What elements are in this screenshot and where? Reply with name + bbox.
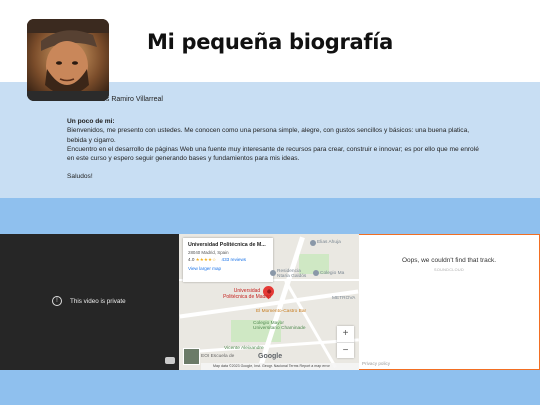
map-label-metro: METROVA [332, 296, 356, 301]
rating-stars: ★★★★☆ [195, 257, 217, 262]
place-address: 28040 Madrid, Spain [188, 250, 229, 255]
place-rating: 4.0 ★★★★☆ 433 reviews [188, 257, 268, 263]
youtube-embed[interactable]: ! This video is private [0, 234, 179, 370]
google-map-embed[interactable]: Universidad Politécnica de M... 28040 Ma… [179, 234, 359, 370]
bio-closing: Saludos! [67, 173, 93, 181]
view-larger-map-link[interactable]: View larger map [188, 266, 268, 271]
zoom-in-button[interactable]: + [337, 326, 354, 343]
map-label-chaminade: Colegio Mayor Universitario Chaminade [253, 321, 306, 332]
map-label-colegio: Colegio Ma [320, 271, 345, 276]
map-zoom-controls: + − [337, 326, 354, 358]
embeds-row: ! This video is private Universidad Poli… [0, 234, 540, 370]
map-label-vicente: Vicente Aleixandre [224, 346, 264, 351]
map-label-residencia: Residencia Ntaria Galdós [277, 269, 307, 279]
reviews-link[interactable]: 433 reviews [222, 257, 247, 262]
bio-text: Un poco de mi: Bienvenidos, me presento … [67, 117, 487, 182]
bio-paragraph-1: Bienvenidos, me presento con ustedes. Me… [67, 127, 470, 144]
bio-heading: Un poco de mi: [67, 118, 115, 125]
rating-value: 4.0 [188, 257, 195, 262]
track-not-found-message: Oops, we couldn't find that track. [401, 257, 497, 264]
satellite-toggle[interactable] [183, 348, 200, 365]
info-icon: ! [52, 296, 62, 306]
map-label-momento: El Momento-Castro Bar [256, 309, 307, 314]
soundcloud-embed[interactable]: Oops, we couldn't find that track. SOUND… [359, 234, 540, 370]
map-place-card: Universidad Politécnica de M... 28040 Ma… [183, 238, 273, 282]
place-name: Universidad Politécnica de M... [188, 242, 266, 248]
map-footer[interactable]: Map data ©2023 Google, Inst. Geogr. Naci… [201, 363, 359, 370]
bio-paragraph-2: Encuentro en el desarrollo de páginas We… [67, 145, 479, 163]
map-label-upm: Universidad Politécnica de Madrid [223, 288, 271, 300]
avatar [27, 19, 109, 101]
map-label-eoi: EOI Escuela de [201, 354, 235, 359]
zoom-out-button[interactable]: − [337, 343, 354, 359]
private-video-message: ! This video is private [52, 296, 126, 306]
map-label-elias: Elias Ahuja [317, 240, 341, 245]
soundcloud-logo[interactable]: SOUNDCLOUD [359, 268, 539, 272]
google-logo: Google [258, 353, 283, 360]
video-private-text: This video is private [70, 297, 126, 305]
youtube-icon[interactable] [165, 357, 175, 364]
privacy-policy-link[interactable]: Privacy policy [362, 361, 390, 366]
